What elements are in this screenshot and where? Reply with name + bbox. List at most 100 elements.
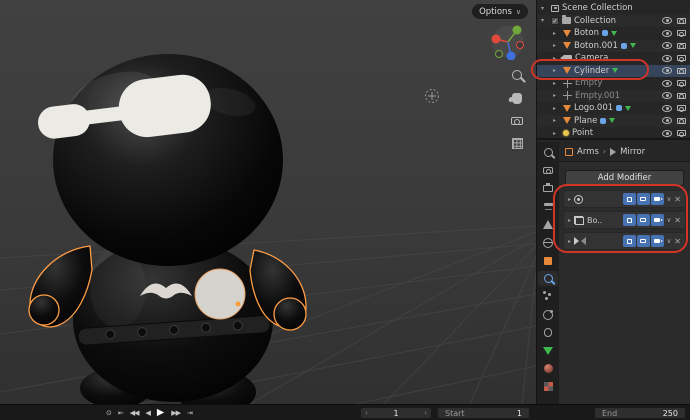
disable-render-camera-icon[interactable]: [677, 68, 686, 74]
tab-modifiers[interactable]: [538, 271, 558, 286]
close-icon[interactable]: ✕: [674, 237, 681, 246]
jump-to-end-button[interactable]: ⇥: [187, 409, 192, 417]
disable-render-camera-icon[interactable]: [677, 105, 686, 111]
close-icon[interactable]: ✕: [674, 216, 681, 225]
hide-eye-icon[interactable]: [662, 67, 672, 74]
disable-render-camera-icon[interactable]: [677, 93, 686, 99]
outliner-row-scene-collection[interactable]: ▾ Scene Collection: [537, 2, 690, 15]
hide-eye-icon[interactable]: [662, 17, 672, 24]
realtime-toggle[interactable]: [637, 235, 650, 247]
stepper-right-icon[interactable]: ›: [424, 409, 427, 417]
expand-icon[interactable]: ▸: [568, 217, 571, 224]
edit-mode-toggle[interactable]: [623, 214, 636, 226]
disable-render-camera-icon[interactable]: [677, 80, 686, 86]
stepper-left-icon[interactable]: ‹: [365, 409, 368, 417]
disable-render-camera-icon[interactable]: [677, 43, 686, 49]
outliner-row-point[interactable]: ▸ Point: [537, 127, 690, 140]
start-frame-field[interactable]: Start 1: [437, 407, 530, 419]
expand-icon[interactable]: ▸: [553, 80, 560, 87]
expand-icon[interactable]: ▸: [553, 130, 560, 137]
tab-view-layer[interactable]: [538, 199, 558, 214]
chevron-down-icon[interactable]: ∨: [667, 216, 672, 224]
expand-icon[interactable]: ▸: [553, 30, 560, 37]
robot-character[interactable]: [29, 54, 306, 404]
render-toggle[interactable]: [651, 214, 664, 226]
modifier-row-subsurf[interactable]: ▸ ∨ ✕: [563, 190, 686, 208]
modifier-row-mirror[interactable]: ▸ ∨ ✕: [563, 232, 686, 250]
zoom-icon[interactable]: [512, 70, 522, 80]
expand-icon[interactable]: ▸: [553, 105, 560, 112]
navigation-gizmo[interactable]: [490, 24, 526, 60]
hide-eye-icon[interactable]: [662, 105, 672, 112]
grid-ortho-icon[interactable]: [512, 138, 523, 149]
outliner-row-boton-001[interactable]: ▸ Boton.001: [537, 40, 690, 53]
tab-object[interactable]: [538, 253, 558, 268]
edit-mode-toggle[interactable]: [623, 193, 636, 205]
current-frame-field[interactable]: ‹ 1 ›: [360, 407, 432, 419]
modifier-row-boolean[interactable]: ▸ Bo.. ∨ ✕: [563, 211, 686, 229]
tab-scene[interactable]: [538, 217, 558, 232]
hide-eye-icon[interactable]: [662, 42, 672, 49]
hide-eye-icon[interactable]: [662, 80, 672, 87]
tab-physics[interactable]: [538, 307, 558, 322]
expand-icon[interactable]: ▸: [568, 238, 571, 245]
options-button[interactable]: Options ∨: [472, 4, 528, 19]
tab-world[interactable]: [538, 235, 558, 250]
edit-mode-toggle[interactable]: [623, 235, 636, 247]
expand-icon[interactable]: ▸: [553, 92, 560, 99]
outliner-row-empty-001[interactable]: ▸ Empty.001: [537, 90, 690, 103]
tab-particles[interactable]: [538, 289, 558, 304]
disable-render-camera-icon[interactable]: [677, 18, 686, 24]
tab-output[interactable]: [538, 181, 558, 196]
outliner-row-boton[interactable]: ▸ Boton: [537, 27, 690, 40]
hide-eye-icon[interactable]: [662, 55, 672, 62]
expand-icon[interactable]: ▸: [553, 67, 560, 74]
outliner-row-collection[interactable]: ▾ ✓ Collection: [537, 15, 690, 28]
hide-eye-icon[interactable]: [662, 117, 672, 124]
jump-to-start-button[interactable]: ⇤: [118, 409, 123, 417]
collection-checkbox[interactable]: ✓: [551, 17, 559, 25]
expand-icon[interactable]: ▸: [568, 196, 571, 203]
render-toggle[interactable]: [651, 193, 664, 205]
end-frame-field[interactable]: End 250: [594, 407, 686, 419]
render-toggle[interactable]: [651, 235, 664, 247]
timeline-bar[interactable]: ⊙ ⇤ ◀◀ ◀ ▶ ▶▶ ⇥ ‹ 1 › Start 1 End 250: [0, 404, 690, 420]
breadcrumb-object[interactable]: Arms: [577, 147, 599, 157]
outliner-row-cylinder[interactable]: ▸ Cylinder: [537, 65, 690, 78]
hide-eye-icon[interactable]: [662, 30, 672, 37]
tab-texture[interactable]: [538, 379, 558, 394]
expand-icon[interactable]: ▸: [553, 117, 560, 124]
chevron-down-icon[interactable]: ∨: [667, 237, 672, 245]
tab-constraints[interactable]: [538, 325, 558, 340]
tab-object-data[interactable]: [538, 343, 558, 358]
hide-eye-icon[interactable]: [662, 92, 672, 99]
add-modifier-button[interactable]: Add Modifier: [565, 170, 684, 186]
camera-view-icon[interactable]: [511, 117, 523, 125]
outliner-row-empty[interactable]: ▸ Empty: [537, 77, 690, 90]
tab-tool[interactable]: [538, 145, 558, 160]
outliner-row-logo-001[interactable]: ▸ Logo.001: [537, 102, 690, 115]
outliner-row-camera[interactable]: ▸ Camera: [537, 52, 690, 65]
pan-hand-icon[interactable]: [512, 93, 522, 104]
play-reverse-button[interactable]: ◀: [146, 409, 150, 417]
prev-keyframe-button[interactable]: ◀◀: [130, 409, 139, 417]
play-button[interactable]: ▶: [157, 407, 164, 418]
disable-render-camera-icon[interactable]: [677, 30, 686, 36]
disable-render-camera-icon[interactable]: [677, 55, 686, 61]
tab-render[interactable]: [538, 163, 558, 178]
tab-material[interactable]: [538, 361, 558, 376]
expand-icon[interactable]: ▾: [541, 5, 548, 12]
realtime-toggle[interactable]: [637, 214, 650, 226]
realtime-toggle[interactable]: [637, 193, 650, 205]
hide-eye-icon[interactable]: [662, 130, 672, 137]
outliner-row-plane[interactable]: ▸ Plane: [537, 115, 690, 128]
sync-button[interactable]: ⊙: [106, 409, 111, 417]
next-keyframe-button[interactable]: ▶▶: [171, 409, 180, 417]
3d-viewport[interactable]: Options ∨: [0, 0, 536, 404]
disable-render-camera-icon[interactable]: [677, 118, 686, 124]
close-icon[interactable]: ✕: [674, 195, 681, 204]
expand-icon[interactable]: ▾: [541, 17, 548, 24]
chevron-down-icon[interactable]: ∨: [667, 195, 672, 203]
disable-render-camera-icon[interactable]: [677, 130, 686, 136]
expand-icon[interactable]: ▸: [553, 42, 560, 49]
